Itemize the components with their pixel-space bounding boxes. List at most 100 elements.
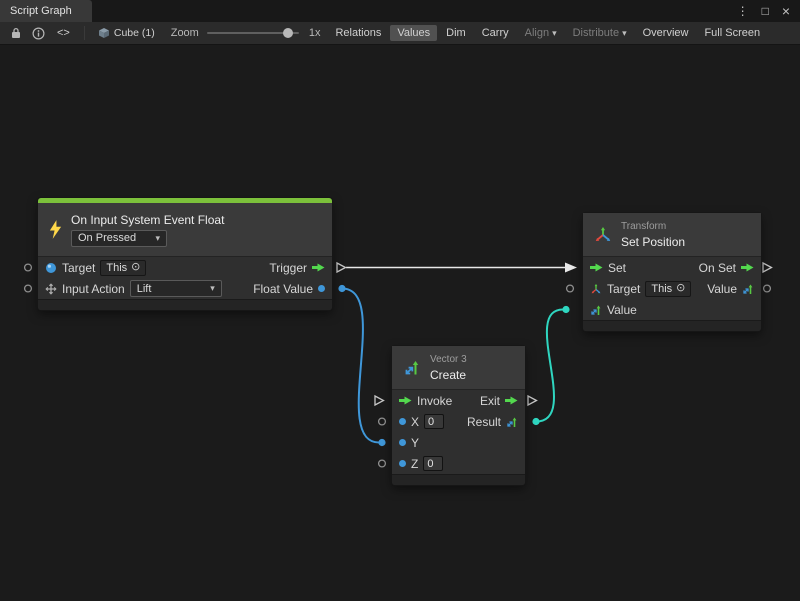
port-out-result[interactable] xyxy=(532,418,539,425)
flow-port-icon[interactable] xyxy=(505,396,518,405)
vector-port-icon[interactable] xyxy=(590,304,602,316)
object-picker-icon[interactable]: ⊙ xyxy=(676,283,685,294)
port-label-z: Z xyxy=(411,457,418,471)
vector3-node-header: Vector 3 Create xyxy=(392,346,525,390)
full-screen-button[interactable]: Full Screen xyxy=(697,25,767,41)
object-picker-icon[interactable]: ⊙ xyxy=(131,262,140,273)
graph-target-chip[interactable]: Cube (1) xyxy=(92,27,161,39)
flow-port-icon[interactable] xyxy=(741,263,754,272)
values-button[interactable]: Values xyxy=(390,25,437,41)
node-on-input-system-event-float[interactable]: On Input System Event Float On Pressed ▾… xyxy=(38,198,332,310)
lock-icon[interactable] xyxy=(6,24,26,42)
dim-button[interactable]: Dim xyxy=(439,25,473,41)
full-screen-label: Full Screen xyxy=(704,27,760,39)
row-inputaction-floatvalue: Input Action Lift ▾ Float Value xyxy=(38,278,332,299)
port-label-y: Y xyxy=(411,436,419,450)
menu-icon[interactable]: ⋮ xyxy=(737,4,749,18)
node-transform-set-position[interactable]: Transform Set Position Set On Set xyxy=(583,213,761,331)
port-in-value-transform[interactable] xyxy=(562,306,569,313)
node-title: Create xyxy=(430,368,467,382)
transform-mini-icon xyxy=(590,283,602,295)
port-label-target: Target xyxy=(62,261,95,275)
node-title: Set Position xyxy=(621,235,685,249)
row-y: Y xyxy=(392,432,525,453)
row-x-result: X Result xyxy=(392,411,525,432)
row-z: Z xyxy=(392,453,525,474)
maximize-icon[interactable]: □ xyxy=(762,4,769,18)
tab-script-graph[interactable]: Script Graph xyxy=(0,0,92,22)
port-out-floatvalue[interactable] xyxy=(338,285,345,292)
zoom-slider-handle[interactable] xyxy=(283,28,293,38)
input-action-value: Lift xyxy=(137,283,152,295)
port-out-exit[interactable] xyxy=(528,396,537,405)
event-mode-dropdown[interactable]: On Pressed ▾ xyxy=(71,230,167,247)
graph-toolbar: <> Cube (1) Zoom 1x Relations Values Dim… xyxy=(0,22,800,45)
port-in-event-target[interactable] xyxy=(25,264,32,271)
values-label: Values xyxy=(397,27,430,39)
port-in-z[interactable] xyxy=(379,460,386,467)
port-label-x: X xyxy=(411,415,419,429)
overview-button[interactable]: Overview xyxy=(636,25,696,41)
titlebar: Script Graph ⋮ □ × xyxy=(0,0,800,22)
port-label-on-set: On Set xyxy=(699,261,736,275)
target-object-value: This xyxy=(106,262,127,274)
gameobject-icon xyxy=(45,262,57,274)
edge-floatvalue-to-y[interactable] xyxy=(342,289,379,443)
relations-label: Relations xyxy=(335,27,381,39)
target-object-field[interactable]: This ⊙ xyxy=(100,260,146,276)
relations-button[interactable]: Relations xyxy=(328,25,388,41)
close-icon[interactable]: × xyxy=(782,3,790,19)
port-label-target: Target xyxy=(607,282,640,296)
flow-port-icon[interactable] xyxy=(399,396,412,405)
x-value-field[interactable] xyxy=(424,414,444,429)
row-value-in: Value xyxy=(583,299,761,320)
graph-canvas[interactable]: On Input System Event Float On Pressed ▾… xyxy=(0,45,800,601)
z-value-field[interactable] xyxy=(423,456,443,471)
vector-port-icon[interactable] xyxy=(506,416,518,428)
distribute-dropdown[interactable]: Distribute▾ xyxy=(566,25,634,41)
z-port-icon[interactable] xyxy=(399,460,406,467)
flow-port-icon[interactable] xyxy=(312,263,325,272)
node-vector3-create[interactable]: Vector 3 Create Invoke Exit X xyxy=(392,346,525,485)
input-action-icon xyxy=(45,283,57,295)
align-dropdown[interactable]: Align▾ xyxy=(518,25,564,41)
target-object-field[interactable]: This ⊙ xyxy=(645,281,691,297)
x-port-icon[interactable] xyxy=(399,418,406,425)
zoom-slider[interactable] xyxy=(207,26,299,40)
port-in-target-transform[interactable] xyxy=(567,285,574,292)
distribute-label: Distribute xyxy=(573,27,619,39)
edge-arrowhead-set-input[interactable] xyxy=(565,263,577,273)
port-label-value-out: Value xyxy=(707,282,737,296)
flow-port-icon[interactable] xyxy=(590,263,603,272)
event-node-header: On Input System Event Float On Pressed ▾ xyxy=(38,203,332,257)
info-icon[interactable] xyxy=(28,24,48,42)
port-in-event-inputaction[interactable] xyxy=(25,285,32,292)
tab-title: Script Graph xyxy=(10,5,72,17)
node-type-label: Vector 3 xyxy=(430,354,467,365)
carry-button[interactable]: Carry xyxy=(475,25,516,41)
vector3-icon xyxy=(402,358,422,378)
vector-port-icon[interactable] xyxy=(742,283,754,295)
port-out-value-transform[interactable] xyxy=(764,285,771,292)
float-value-port-icon[interactable] xyxy=(318,285,325,292)
port-label-exit: Exit xyxy=(480,394,500,408)
chevron-down-icon: ▾ xyxy=(210,283,215,294)
toolbar-separator xyxy=(84,26,85,40)
port-in-x[interactable] xyxy=(379,418,386,425)
graph-target-label: Cube (1) xyxy=(114,27,155,39)
port-label-result: Result xyxy=(467,415,501,429)
port-label-set: Set xyxy=(608,261,626,275)
cube-icon xyxy=(98,27,110,39)
node-title: On Input System Event Float xyxy=(71,213,224,227)
port-label-float-value: Float Value xyxy=(253,282,313,296)
carry-label: Carry xyxy=(482,27,509,39)
code-view-button[interactable]: <> xyxy=(50,25,77,41)
port-out-onset[interactable] xyxy=(763,263,772,272)
y-port-icon[interactable] xyxy=(399,439,406,446)
port-in-invoke[interactable] xyxy=(375,396,384,405)
edge-result-to-value[interactable] xyxy=(536,310,563,422)
port-label-value-in: Value xyxy=(607,303,637,317)
port-in-y[interactable] xyxy=(378,439,385,446)
input-action-dropdown[interactable]: Lift ▾ xyxy=(130,280,222,297)
port-out-trigger[interactable] xyxy=(337,263,346,272)
